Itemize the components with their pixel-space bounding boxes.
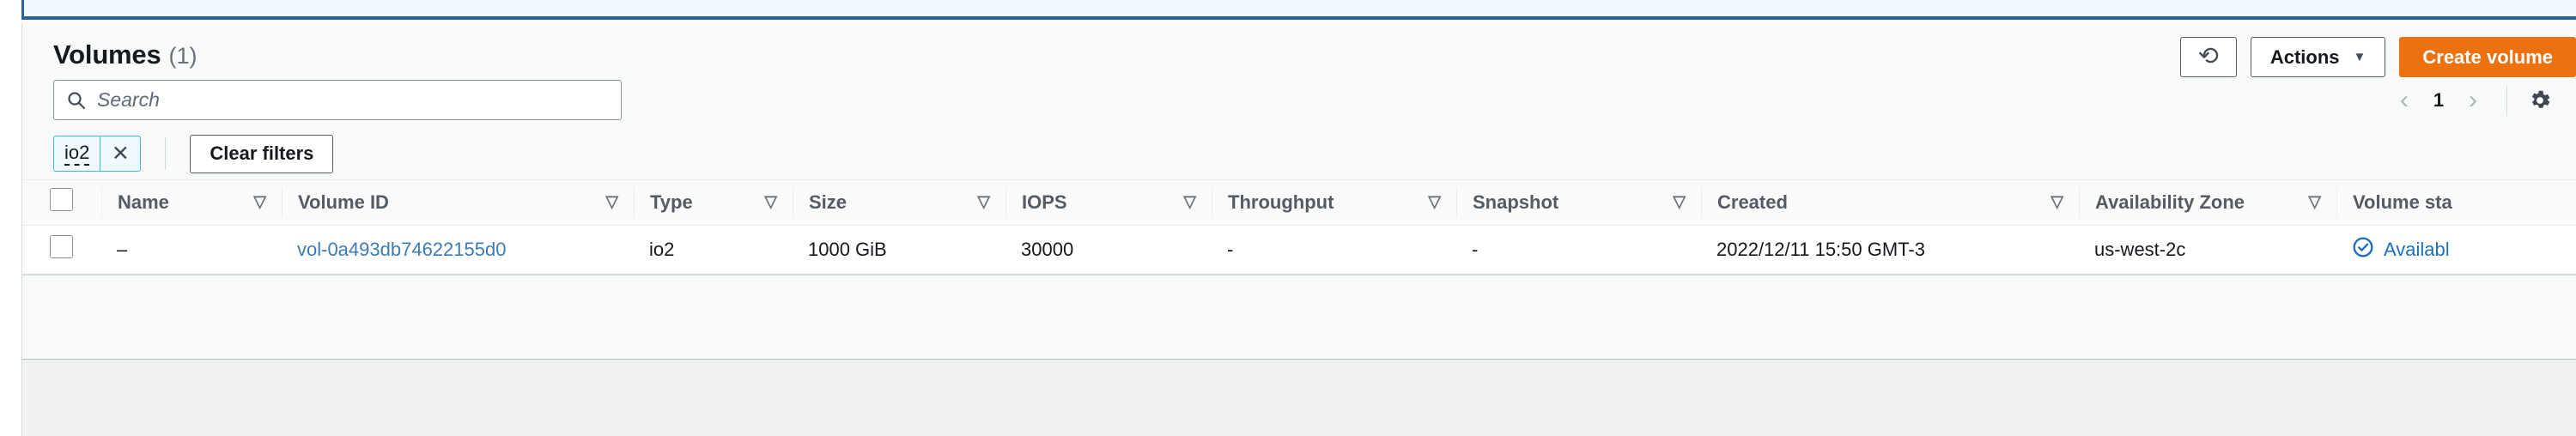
sort-descending-icon[interactable]: ▽	[2308, 194, 2321, 210]
column-header-label: Name	[118, 191, 169, 213]
clear-filters-button[interactable]: Clear filters	[190, 134, 334, 173]
page-title-count: (1)	[168, 43, 197, 69]
column-header-size[interactable]: Size ▽	[793, 180, 1005, 226]
close-icon[interactable]: ✕	[100, 136, 140, 171]
content-background	[22, 359, 2576, 436]
cell-text: -	[1472, 238, 1479, 260]
column-header-type[interactable]: Type ▽	[634, 180, 793, 226]
refresh-button[interactable]: ⟳	[2179, 37, 2237, 77]
filter-token-io2[interactable]: io2 ✕	[53, 136, 142, 172]
sort-descending-icon[interactable]: ▽	[977, 194, 990, 210]
column-header-throughput[interactable]: Throughput ▽	[1212, 180, 1456, 226]
cell-text: io2	[649, 238, 675, 260]
pagination-divider	[2506, 85, 2507, 116]
create-volume-button[interactable]: Create volume	[2399, 37, 2576, 77]
pagination-page-number[interactable]: 1	[2424, 89, 2453, 112]
filter-row: io2 ✕ Clear filters	[22, 128, 2576, 179]
cell-name: –	[101, 225, 282, 276]
chevron-right-icon[interactable]: ›	[2453, 82, 2493, 118]
gear-icon[interactable]	[2521, 82, 2559, 118]
cell-volume-status: Availabl	[2336, 225, 2576, 276]
actions-button-label: Actions	[2269, 45, 2340, 68]
sort-descending-icon[interactable]: ▽	[1673, 194, 1686, 210]
cell-text: -	[1227, 238, 1234, 260]
cell-text: 2022/12/11 15:50 GMT-3	[1716, 238, 1925, 260]
cell-created: 2022/12/11 15:50 GMT-3	[1701, 225, 2079, 276]
top-panel-strip	[21, 0, 2576, 20]
cell-type: io2	[634, 225, 793, 276]
panel-header: Volumes (1) ⟳ Actions ▼ Create volume	[22, 23, 2576, 80]
volumes-page: Volumes (1) ⟳ Actions ▼ Create volume Se…	[0, 0, 2576, 436]
column-header-label: Type	[650, 191, 693, 213]
column-header-label: Volume sta	[2353, 191, 2452, 213]
volumes-table: Name ▽ Volume ID ▽ Type ▽ Size ▽ IOPS ▽ Throughput…	[22, 180, 2576, 276]
column-header-created[interactable]: Created ▽	[1701, 180, 2079, 226]
page-title-text: Volumes	[53, 39, 161, 70]
cell-throughput: -	[1212, 225, 1456, 276]
select-all-header	[22, 180, 101, 226]
search-row: Search ‹ 1 ›	[22, 80, 2576, 128]
page-title: Volumes (1)	[53, 39, 197, 70]
sort-descending-icon[interactable]: ▽	[1428, 194, 1441, 210]
cell-text: us-west-2c	[2094, 238, 2186, 260]
column-header-name[interactable]: Name ▽	[101, 180, 282, 226]
table-head: Name ▽ Volume ID ▽ Type ▽ Size ▽ IOPS ▽ Throughput…	[22, 180, 2576, 226]
sort-descending-icon[interactable]: ▽	[1183, 194, 1196, 210]
select-all-checkbox[interactable]	[50, 188, 73, 212]
sort-descending-icon[interactable]: ▽	[764, 194, 777, 210]
volume-id-link[interactable]: vol-0a493db74622155d0	[297, 239, 506, 260]
row-select-cell	[22, 225, 101, 276]
filter-token-label: io2	[54, 136, 101, 171]
column-header-volume-id[interactable]: Volume ID ▽	[282, 180, 634, 226]
row-checkbox[interactable]	[50, 235, 73, 259]
chevron-down-icon: ▼	[2353, 50, 2366, 64]
header-actions: ⟳ Actions ▼ Create volume	[2179, 37, 2576, 77]
volumes-table-wrapper: Name ▽ Volume ID ▽ Type ▽ Size ▽ IOPS ▽ Throughput…	[22, 179, 2576, 276]
table-body: – vol-0a493db74622155d0 io2 1000 GiB 30000 - -…	[22, 225, 2576, 276]
table-header-row: Name ▽ Volume ID ▽ Type ▽ Size ▽ IOPS ▽ Throughput…	[22, 180, 2576, 226]
cell-iops: 30000	[1005, 225, 1212, 276]
column-header-label: Snapshot	[1473, 191, 1559, 213]
table-row[interactable]: – vol-0a493db74622155d0 io2 1000 GiB 30000 - -…	[22, 225, 2576, 276]
cell-text: 30000	[1021, 238, 1074, 260]
search-icon	[66, 90, 87, 111]
column-header-label: Volume ID	[298, 191, 389, 213]
column-header-availability-zone[interactable]: Availability Zone ▽	[2079, 180, 2336, 226]
sort-descending-icon[interactable]: ▽	[2050, 194, 2063, 210]
cell-snapshot: -	[1456, 225, 1701, 276]
search-input[interactable]: Search	[53, 80, 622, 120]
column-header-label: Created	[1717, 191, 1788, 213]
create-volume-label: Create volume	[2422, 45, 2553, 68]
status-text: Availabl	[2384, 238, 2450, 260]
chevron-left-icon[interactable]: ‹	[2385, 82, 2424, 118]
filter-token-text: io2	[64, 142, 90, 166]
column-header-snapshot[interactable]: Snapshot ▽	[1456, 180, 1701, 226]
cell-text: –	[117, 238, 128, 260]
cell-text: 1000 GiB	[808, 238, 887, 260]
cell-availability-zone: us-west-2c	[2079, 225, 2336, 276]
volumes-panel: Volumes (1) ⟳ Actions ▼ Create volume Se…	[21, 23, 2576, 436]
column-header-iops[interactable]: IOPS ▽	[1005, 180, 1212, 226]
column-header-label: IOPS	[1022, 191, 1067, 213]
column-header-label: Size	[809, 191, 848, 213]
filter-divider	[165, 137, 167, 170]
search-placeholder: Search	[97, 88, 160, 111]
refresh-icon: ⟳	[2197, 43, 2219, 70]
column-header-volume-status[interactable]: Volume sta	[2336, 180, 2576, 226]
actions-button[interactable]: Actions ▼	[2250, 37, 2386, 77]
status-badge: Availabl	[2352, 236, 2576, 263]
cell-volume-id: vol-0a493db74622155d0	[282, 225, 634, 276]
sort-descending-icon[interactable]: ▽	[605, 194, 618, 210]
sort-descending-icon[interactable]: ▽	[253, 194, 266, 210]
column-header-label: Availability Zone	[2095, 191, 2245, 213]
check-circle-icon	[2352, 236, 2374, 263]
column-header-label: Throughput	[1228, 191, 1334, 213]
cell-size: 1000 GiB	[793, 225, 1005, 276]
pagination: ‹ 1 ›	[2385, 82, 2559, 118]
clear-filters-label: Clear filters	[210, 142, 314, 164]
